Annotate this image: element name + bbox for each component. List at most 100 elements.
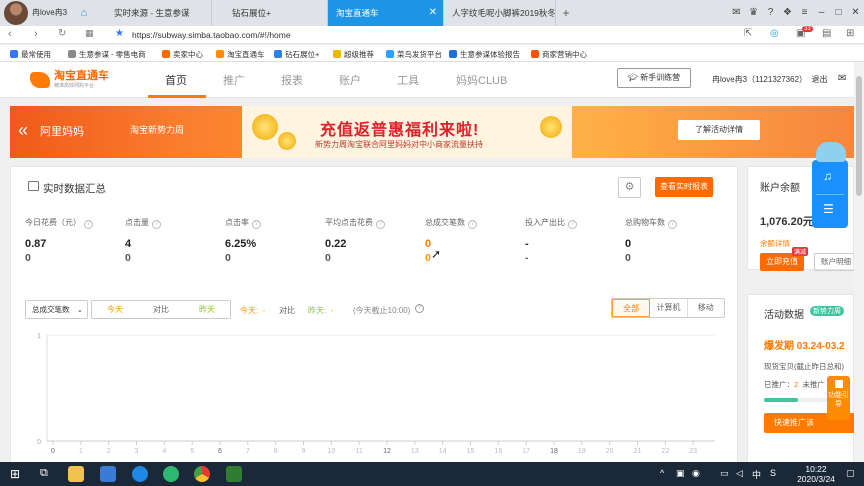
- account-detail-button[interactable]: 账户明细: [814, 253, 854, 271]
- metric-spend[interactable]: 今日花费（元）? 0.87 0: [25, 217, 123, 264]
- chrome-icon[interactable]: [194, 466, 210, 482]
- bookmark-star-icon[interactable]: ★: [115, 28, 124, 39]
- share-icon[interactable]: ⇱: [744, 28, 752, 39]
- nav-reports[interactable]: 报表: [281, 72, 303, 88]
- menu-icon[interactable]: ≡: [796, 0, 813, 26]
- logout-link[interactable]: 退出: [811, 75, 827, 84]
- balance-detail-link[interactable]: 余额详情: [760, 238, 790, 249]
- compare-today[interactable]: 今天: [92, 301, 138, 318]
- grid-icon[interactable]: ⊞: [846, 28, 854, 39]
- bookmark-item[interactable]: 菜鸟发货平台: [386, 49, 442, 60]
- extensions-icon[interactable]: ❖: [779, 0, 796, 26]
- bookmark-item[interactable]: 最常使用: [10, 49, 51, 60]
- skin-icon[interactable]: ♛: [745, 0, 762, 26]
- home-icon[interactable]: ⌂: [74, 0, 94, 26]
- minimize-icon[interactable]: –: [813, 0, 830, 26]
- metric-roi[interactable]: 投入产出比? - -: [525, 217, 623, 264]
- tab-product-pants[interactable]: 人字纹毛呢小脚裤2019秋冬新: [444, 0, 556, 26]
- url-field[interactable]: https://subway.simba.taobao.com/#!/home: [132, 30, 291, 40]
- metric-label: 今日花费（元）: [25, 218, 81, 227]
- help-icon[interactable]: ?: [468, 220, 477, 229]
- scrollbar-thumb[interactable]: [856, 76, 862, 196]
- tray-app-icon[interactable]: ◉: [692, 468, 700, 479]
- settings-gear-icon[interactable]: ⚙: [618, 177, 641, 198]
- metric-clicks[interactable]: 点击量? 4 0: [125, 217, 223, 264]
- bookmark-item[interactable]: 淘宝直通车: [216, 49, 265, 60]
- bookmark-item[interactable]: 超级推荐: [333, 49, 374, 60]
- mail-icon[interactable]: ✉: [838, 73, 846, 84]
- help-icon[interactable]: ?: [415, 304, 424, 313]
- tray-chevron-icon[interactable]: ^: [660, 468, 664, 478]
- ime-lang-indicator[interactable]: S: [770, 468, 776, 478]
- promo-banner[interactable]: « 阿里妈妈 淘宝新势力周 充值返普惠福利来啦! 新势力周淘宝联合阿里妈妈对中小…: [10, 106, 854, 158]
- mascot-icon[interactable]: [816, 142, 846, 162]
- taskbar-app-icon[interactable]: [100, 466, 116, 482]
- terminal-app-icon[interactable]: [226, 466, 242, 482]
- metric-cart[interactable]: 总购物车数? 0 0: [625, 217, 723, 264]
- sync-icon[interactable]: ◎: [770, 28, 779, 39]
- help-icon[interactable]: ?: [84, 220, 93, 229]
- bookmark-item[interactable]: 生意参谋体验报告: [449, 49, 520, 60]
- help-icon[interactable]: ?: [152, 220, 161, 229]
- bookmark-item[interactable]: 商家营销中心: [531, 49, 587, 60]
- refresh-icon[interactable]: ↻: [58, 28, 66, 39]
- bookmark-item[interactable]: 卖家中心: [162, 49, 203, 60]
- nav-account[interactable]: 账户: [339, 72, 361, 88]
- page-scrollbar[interactable]: [854, 62, 864, 462]
- qrcode-icon[interactable]: ▦: [85, 28, 94, 39]
- chat-icon[interactable]: ☰: [823, 202, 834, 216]
- ime-indicator[interactable]: 中: [752, 468, 761, 481]
- metric-ctr[interactable]: 点击率? 6.25% 0: [225, 217, 323, 264]
- tab-taobao-zhitongche[interactable]: 淘宝直通车 ✕: [328, 0, 444, 26]
- device-mobile[interactable]: 移动: [688, 299, 724, 317]
- notification-center-icon[interactable]: ▢: [846, 468, 855, 479]
- help-icon[interactable]: ?: [252, 220, 261, 229]
- tab-realtime-source[interactable]: 实时来源 - 生意参谋: [94, 0, 212, 26]
- bookmark-item[interactable]: 生意参谋 - 零售电商: [68, 49, 146, 60]
- device-all[interactable]: 全部: [612, 299, 651, 317]
- profile-name[interactable]: 冉love冉3: [32, 0, 74, 26]
- nav-mama-club[interactable]: 妈妈CLUB: [456, 72, 507, 88]
- metric-avg-cpc[interactable]: 平均点击花费? 0.22 0: [325, 217, 423, 264]
- compare-yesterday[interactable]: 昨天: [184, 301, 230, 318]
- learn-more-button[interactable]: 了解活动详情: [678, 120, 760, 140]
- nav-home[interactable]: 首页: [165, 72, 187, 88]
- tab-diamond-booth[interactable]: 钻石展位+: [212, 0, 328, 26]
- help-icon[interactable]: ?: [568, 220, 577, 229]
- network-icon[interactable]: ▭: [720, 468, 729, 479]
- bookmark-icon: [162, 50, 170, 58]
- bookmark-label: 生意参谋体验报告: [460, 50, 520, 59]
- edge-icon[interactable]: [132, 466, 148, 482]
- forward-icon[interactable]: ›: [34, 28, 38, 40]
- help-icon[interactable]: ?: [376, 220, 385, 229]
- windows-start-icon[interactable]: ⊞: [10, 467, 20, 481]
- back-icon[interactable]: ‹: [8, 28, 12, 40]
- compare-vs[interactable]: 对比: [138, 301, 184, 318]
- wallet-icon[interactable]: ▤: [822, 28, 831, 39]
- nav-tools[interactable]: 工具: [397, 72, 419, 88]
- x-tick-label: 19: [578, 448, 586, 455]
- file-explorer-icon[interactable]: [68, 466, 84, 482]
- bookmark-item[interactable]: 钻石展位+: [274, 49, 319, 60]
- logo[interactable]: 淘宝直通车 精准高效网购平台: [30, 70, 109, 89]
- device-pc[interactable]: 计算机: [650, 299, 688, 317]
- close-window-icon[interactable]: ✕: [847, 0, 864, 26]
- help-icon[interactable]: ?: [762, 0, 779, 26]
- tray-app-icon[interactable]: ▣: [676, 468, 685, 479]
- feature-guide-button[interactable]: 功能引导: [827, 376, 850, 420]
- view-realtime-report-button[interactable]: 查看实时报表: [655, 177, 713, 197]
- nav-promotion[interactable]: 推广: [223, 72, 245, 88]
- newbie-camp-button[interactable]: 🎓︎ 新手训练营: [617, 68, 691, 88]
- metric-dropdown[interactable]: 总成交笔数 ⌄: [25, 300, 88, 319]
- search-app-icon[interactable]: [163, 466, 179, 482]
- volume-icon[interactable]: ◁: [736, 468, 743, 479]
- bell-icon[interactable]: ♫: [823, 169, 832, 183]
- maximize-icon[interactable]: □: [830, 0, 847, 26]
- new-tab-button[interactable]: +: [556, 0, 576, 26]
- tray-clock[interactable]: 10:22 2020/3/24: [790, 464, 842, 484]
- close-tab-icon[interactable]: ✕: [429, 0, 437, 26]
- task-view-icon[interactable]: ⧉: [40, 467, 48, 480]
- profile-avatar[interactable]: [4, 1, 28, 25]
- help-icon[interactable]: ?: [668, 220, 677, 229]
- feedback-icon[interactable]: ✉: [728, 0, 745, 26]
